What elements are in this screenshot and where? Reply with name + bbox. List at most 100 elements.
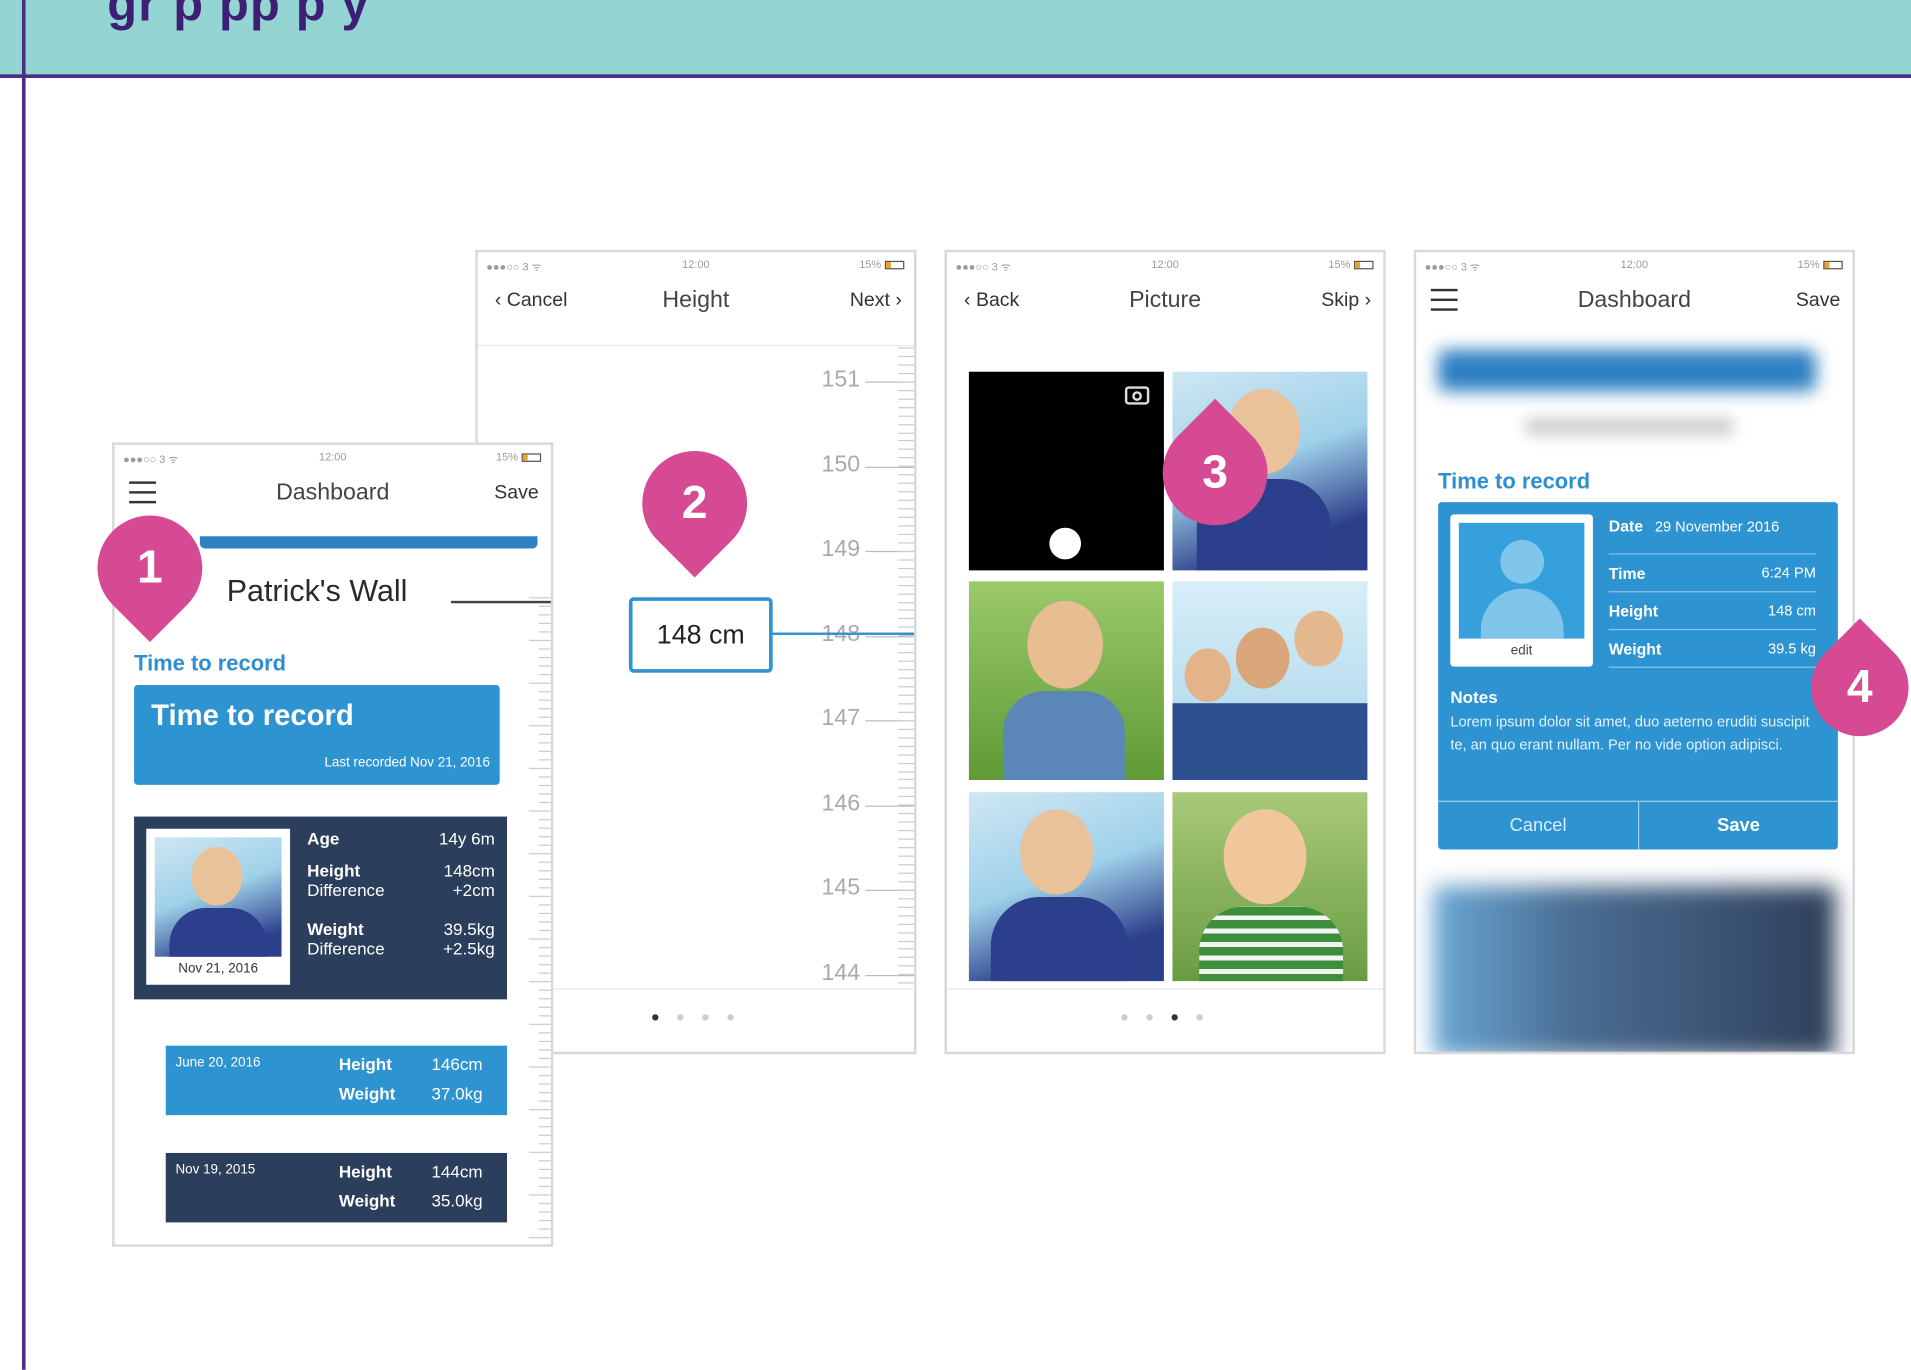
dialog-save-button[interactable]: Save [1639,802,1838,850]
wall-ruler-tick [538,648,551,650]
next-button[interactable]: Next › [850,290,902,312]
history-entry[interactable]: Nov 19, 2015 Height 144cm Weight 35.0kg [165,1152,507,1223]
photo-tile[interactable] [1172,581,1368,780]
entry-date: June 20, 2016 [175,1055,261,1071]
banner-heading: Time to record [151,699,354,733]
record-details: Date 29 November 2016 Time 6:24 PM Heigh… [1608,517,1816,668]
wall-ruler-tick [538,819,551,821]
callout-pin-3: 3 [1140,398,1290,547]
section-label: Time to record [134,650,287,676]
ruler-minor-tick [898,982,915,984]
height-difference-label: Difference [307,879,385,900]
wall-ruler-tick [538,1126,551,1128]
shutter-button[interactable] [1049,527,1082,560]
wall-ruler-tick [538,878,551,880]
ruler-minor-tick [898,584,915,586]
card-photo: Nov 21, 2016 [146,828,291,985]
wall-ruler-tick [538,1092,551,1094]
nav-title: Dashboard [276,480,390,506]
photo-tile[interactable] [968,792,1164,982]
height-value-box[interactable]: 148 cm [628,597,773,673]
child-portrait-icon [154,837,282,957]
ruler-minor-tick [898,796,915,798]
wall-ruler-tick [538,827,551,829]
page-indicator: ● ● ● ● [1120,1007,1211,1025]
ruler-minor-tick [898,482,915,485]
ruler-minor-tick [898,686,915,688]
height-label: Height [307,860,361,880]
wall-ruler-tick [538,929,551,932]
age-value: 14y 6m [438,828,495,849]
history-entry[interactable]: June 20, 2016 Height 146cm Weight 37.0kg [165,1045,507,1116]
weight-value[interactable]: 39.5 kg [1768,640,1816,657]
wall-ruler-tick [538,1040,551,1043]
ruler-minor-tick [898,948,915,950]
ruler-minor-tick [898,889,915,891]
wall-ruler-tick [538,998,551,1000]
wall-ruler-tick [538,955,551,957]
time-to-record-banner[interactable]: Time to record Last recorded Nov 21, 201… [134,684,500,785]
child-thumbs-up-icon [1223,809,1307,905]
wall-ruler-tick [538,673,551,676]
time-value[interactable]: 6:24 PM [1761,564,1815,581]
ruler-minor-tick [898,753,915,756]
wall-ruler-tick [538,1015,551,1017]
wall-ruler-tick [538,708,551,710]
ruler-minor-tick [898,855,915,857]
skip-button[interactable]: Skip › [1321,290,1371,312]
wall-ruler-tick [528,639,551,642]
wall-title-rule [450,600,551,604]
dialog-cancel-button[interactable]: Cancel [1438,802,1638,850]
wall-ruler-tick [538,1100,551,1102]
figure-canvas: gr p pp p y ●●●○○ 3 ᯤ 12:00 15% ‹ Cancel… [0,0,1911,1370]
battery-icon [884,260,905,270]
ruler-minor-tick [898,711,915,713]
edit-link[interactable]: edit [1450,644,1593,659]
ruler-minor-tick [898,381,915,383]
wall-ruler-tick [538,1202,551,1205]
ruler-minor-tick [898,880,915,883]
nav-title: Dashboard [1577,287,1691,314]
avatar[interactable]: edit [1450,514,1593,667]
family-portrait-icon [1184,648,1231,702]
ruler-minor-tick [898,559,915,561]
camera-icon[interactable] [1124,386,1150,405]
photo-tile[interactable] [968,581,1164,780]
blurred-title [1525,418,1734,436]
chevron-right-icon: › [889,290,902,311]
ruler-minor-tick [898,347,915,349]
latest-record-card[interactable]: Nov 21, 2016 Age 14y 6m Height 148cm Diffe… [134,816,507,1000]
battery-status: 15% [496,451,542,463]
wall-ruler-tick [528,597,551,599]
photo-tile[interactable] [1172,792,1368,982]
ruler-minor-tick [898,830,915,832]
banner-title: gr p pp p y [107,0,370,32]
ruler-minor-tick [898,957,915,959]
wall-ruler-tick [538,912,551,915]
ruler-minor-tick [898,601,915,603]
wall-ruler-tick [538,784,551,787]
ruler-minor-tick [898,787,915,790]
ruler-minor-tick [898,914,915,917]
wall-ruler-tick [538,989,551,991]
notes-text[interactable]: Lorem ipsum dolor sit amet, duo aeterno … [1450,711,1816,757]
save-button[interactable]: Save [1796,290,1840,312]
chevron-right-icon: › [1359,290,1372,311]
date-value[interactable]: 29 November 2016 [1655,518,1779,535]
wall-ruler-tick [538,1057,551,1060]
camera-tile[interactable] [968,371,1164,571]
ruler-minor-tick [898,931,915,934]
ruler-minor-tick [898,465,915,468]
ruler-tick-label: 144 [821,959,861,986]
weight-value: 39.5kg [443,918,495,939]
wall-ruler-tick [528,1109,551,1111]
ruler-minor-tick [898,872,915,874]
entry-height: 146cm [431,1054,483,1074]
ruler-minor-tick [898,652,915,654]
wall-ruler-tick [538,656,551,659]
ruler-minor-tick [898,940,915,942]
wall-ruler-tick [538,759,551,761]
height-value[interactable]: 148 cm [1768,602,1816,619]
ruler-minor-tick [898,813,915,815]
save-button[interactable]: Save [494,483,538,505]
